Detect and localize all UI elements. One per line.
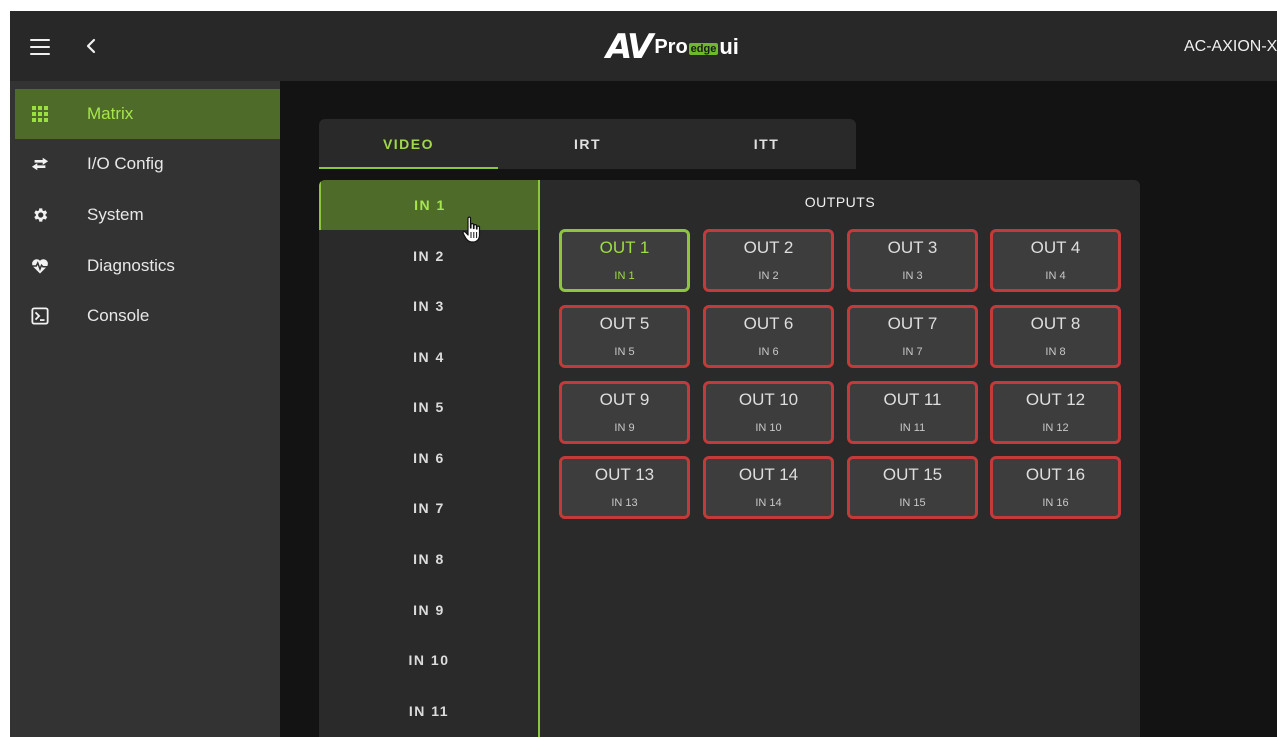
output-source: IN 7 xyxy=(902,346,923,358)
output-button-out-11[interactable]: OUT 11 IN 11 xyxy=(847,381,978,444)
sidebar-item-label: Console xyxy=(87,306,150,325)
app-window: AV Pro edge ui AC-AXION-X Matrix I/O Con… xyxy=(10,11,1277,737)
input-item-in-7[interactable]: IN 7 xyxy=(319,483,539,533)
output-button-out-5[interactable]: OUT 5 IN 5 xyxy=(559,305,690,368)
tab-video[interactable]: VIDEO xyxy=(319,119,498,169)
output-source: IN 5 xyxy=(614,346,635,358)
output-name: OUT 1 xyxy=(599,238,650,257)
output-name: OUT 9 xyxy=(599,390,650,409)
output-name: OUT 14 xyxy=(738,465,799,484)
sidebar-item-matrix[interactable]: Matrix xyxy=(15,89,280,139)
output-source: IN 12 xyxy=(1042,422,1069,434)
output-name: OUT 15 xyxy=(882,465,943,484)
input-item-in-11[interactable]: IN 11 xyxy=(319,686,539,736)
heartbeat-icon xyxy=(31,257,49,275)
input-item-in-9[interactable]: IN 9 xyxy=(319,585,539,635)
top-bar: AV Pro edge ui AC-AXION-X xyxy=(10,11,1277,81)
logo-av-text: AV xyxy=(606,27,653,67)
output-button-out-16[interactable]: OUT 16 IN 16 xyxy=(990,456,1121,519)
output-name: OUT 11 xyxy=(883,390,942,409)
output-source: IN 14 xyxy=(755,497,782,509)
gear-icon xyxy=(31,206,49,224)
avpro-logo: AV Pro edge ui xyxy=(606,27,739,67)
outputs-title: OUTPUTS xyxy=(804,194,876,210)
logo-pro-text: Pro xyxy=(654,35,688,58)
output-button-out-13[interactable]: OUT 13 IN 13 xyxy=(559,456,690,519)
output-name: OUT 5 xyxy=(599,314,650,333)
output-name: OUT 8 xyxy=(1030,314,1081,333)
output-source: IN 2 xyxy=(758,270,779,282)
output-name: OUT 7 xyxy=(887,314,938,333)
grid-icon xyxy=(31,105,49,123)
sidebar-item-label: I/O Config xyxy=(87,154,164,173)
output-source: IN 4 xyxy=(1045,270,1066,282)
output-name: OUT 13 xyxy=(594,465,655,484)
output-source: IN 15 xyxy=(899,497,926,509)
input-item-in-8[interactable]: IN 8 xyxy=(319,534,539,584)
output-button-out-6[interactable]: OUT 6 IN 6 xyxy=(703,305,834,368)
output-button-out-15[interactable]: OUT 15 IN 15 xyxy=(847,456,978,519)
device-name: AC-AXION-X xyxy=(1184,38,1277,55)
output-source: IN 9 xyxy=(614,422,635,434)
output-button-out-8[interactable]: OUT 8 IN 8 xyxy=(990,305,1121,368)
input-item-in-6[interactable]: IN 6 xyxy=(319,433,539,483)
output-source: IN 3 xyxy=(902,270,923,282)
output-source: IN 8 xyxy=(1045,346,1066,358)
input-item-in-1[interactable]: IN 1 xyxy=(319,180,539,230)
output-button-out-2[interactable]: OUT 2 IN 2 xyxy=(703,229,834,292)
output-button-out-14[interactable]: OUT 14 IN 14 xyxy=(703,456,834,519)
sidebar-item-io-config[interactable]: I/O Config xyxy=(15,139,280,189)
output-button-out-9[interactable]: OUT 9 IN 9 xyxy=(559,381,690,444)
sidebar-item-label: System xyxy=(87,205,144,224)
output-button-out-10[interactable]: OUT 10 IN 10 xyxy=(703,381,834,444)
terminal-icon xyxy=(31,307,49,325)
output-name: OUT 10 xyxy=(738,390,799,409)
swap-arrows-icon xyxy=(31,155,49,173)
output-name: OUT 4 xyxy=(1030,238,1081,257)
logo-ui-text: ui xyxy=(719,34,739,59)
output-source: IN 11 xyxy=(899,422,926,434)
output-name: OUT 12 xyxy=(1025,390,1086,409)
output-source: IN 16 xyxy=(1042,497,1069,509)
hamburger-menu-icon[interactable] xyxy=(30,39,50,55)
tab-irt[interactable]: IRT xyxy=(498,119,677,169)
sidebar: Matrix I/O Config System Diagnostics Con… xyxy=(10,81,280,737)
sidebar-item-console[interactable]: Console xyxy=(15,291,280,341)
sidebar-item-label: Matrix xyxy=(87,104,134,123)
logo-edge-badge: edge xyxy=(688,43,719,55)
output-source: IN 6 xyxy=(758,346,779,358)
output-source: IN 1 xyxy=(614,270,635,282)
output-name: OUT 16 xyxy=(1025,465,1086,484)
input-item-in-4[interactable]: IN 4 xyxy=(319,332,539,382)
output-button-out-4[interactable]: OUT 4 IN 4 xyxy=(990,229,1121,292)
back-chevron-icon[interactable] xyxy=(84,35,100,57)
sidebar-item-diagnostics[interactable]: Diagnostics xyxy=(15,241,280,291)
output-source: IN 10 xyxy=(755,422,782,434)
input-item-in-2[interactable]: IN 2 xyxy=(319,231,539,281)
output-button-out-1[interactable]: OUT 1 IN 1 xyxy=(559,229,690,292)
sidebar-item-system[interactable]: System xyxy=(15,190,280,240)
output-button-out-3[interactable]: OUT 3 IN 3 xyxy=(847,229,978,292)
output-button-out-12[interactable]: OUT 12 IN 12 xyxy=(990,381,1121,444)
sidebar-item-label: Diagnostics xyxy=(87,256,175,275)
output-name: OUT 2 xyxy=(743,238,794,257)
output-name: OUT 6 xyxy=(743,314,794,333)
output-source: IN 13 xyxy=(611,497,638,509)
output-name: OUT 3 xyxy=(887,238,938,257)
outputs-panel: OUTPUTS OUT 1 IN 1 OUT 2 IN 2 OUT 3 IN 3… xyxy=(540,180,1140,737)
tab-itt[interactable]: ITT xyxy=(677,119,856,169)
hand-pointer-cursor-icon xyxy=(462,216,484,244)
input-item-in-3[interactable]: IN 3 xyxy=(319,281,539,331)
output-button-out-7[interactable]: OUT 7 IN 7 xyxy=(847,305,978,368)
signal-type-tabs: VIDEO IRT ITT xyxy=(319,119,856,169)
input-item-in-10[interactable]: IN 10 xyxy=(319,635,539,685)
input-item-in-5[interactable]: IN 5 xyxy=(319,382,539,432)
inputs-list: IN 1 IN 2 IN 3 IN 4 IN 5 IN 6 IN 7 IN 8 … xyxy=(319,180,539,737)
